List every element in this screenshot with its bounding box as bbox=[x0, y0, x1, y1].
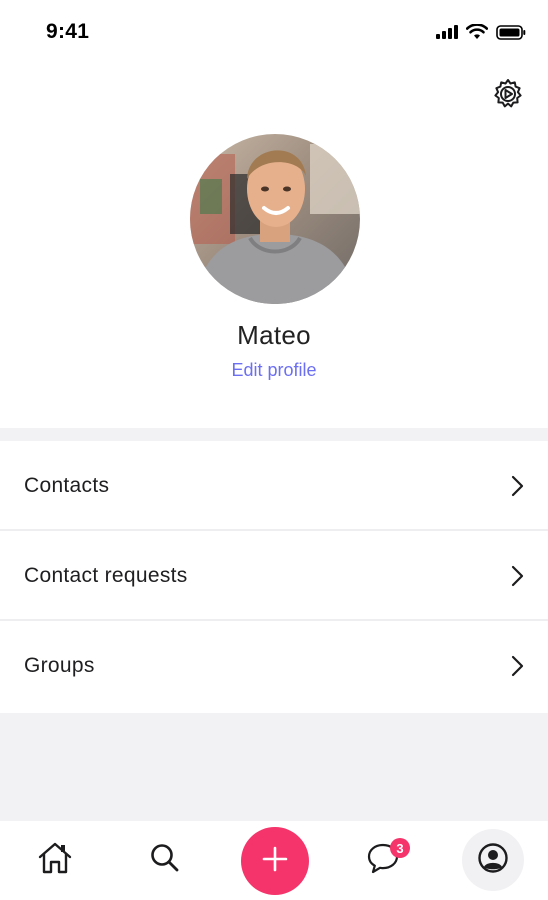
menu-item-groups[interactable]: Groups bbox=[0, 621, 548, 712]
battery-icon bbox=[496, 24, 526, 45]
settings-gear-icon bbox=[491, 77, 525, 116]
menu-item-contacts[interactable]: Contacts bbox=[0, 441, 548, 531]
menu-item-label: Groups bbox=[24, 654, 95, 677]
wifi-icon bbox=[465, 23, 489, 45]
cellular-signal-icon bbox=[436, 25, 458, 44]
menu-item-label: Contacts bbox=[24, 474, 110, 497]
menu-item-contact-requests[interactable]: Contact requests bbox=[0, 531, 548, 621]
section-divider bbox=[0, 428, 548, 441]
search-icon bbox=[149, 842, 181, 879]
add-icon bbox=[262, 846, 288, 877]
tab-search[interactable] bbox=[140, 835, 190, 885]
home-icon bbox=[37, 841, 73, 880]
add-button[interactable] bbox=[241, 827, 309, 895]
chat-badge: 3 bbox=[390, 838, 410, 858]
profile-icon bbox=[477, 842, 509, 879]
chevron-right-icon bbox=[510, 475, 526, 497]
status-time: 9:41 bbox=[46, 20, 90, 43]
chevron-right-icon bbox=[510, 655, 526, 677]
profile-menu: Contacts Contact requests Groups bbox=[0, 441, 548, 712]
edit-profile-link[interactable]: Edit profile bbox=[0, 360, 548, 381]
settings-button[interactable] bbox=[490, 78, 526, 114]
tab-bar bbox=[0, 821, 548, 900]
avatar bbox=[190, 134, 360, 304]
tab-profile[interactable] bbox=[462, 829, 524, 891]
chevron-right-icon bbox=[510, 565, 526, 587]
status-icons bbox=[436, 23, 526, 45]
status-bar: 9:41 bbox=[0, 0, 548, 64]
profile-name: Mateo bbox=[237, 320, 311, 350]
tab-home[interactable] bbox=[30, 835, 80, 885]
menu-item-label: Contact requests bbox=[24, 564, 188, 587]
empty-area bbox=[0, 713, 548, 821]
